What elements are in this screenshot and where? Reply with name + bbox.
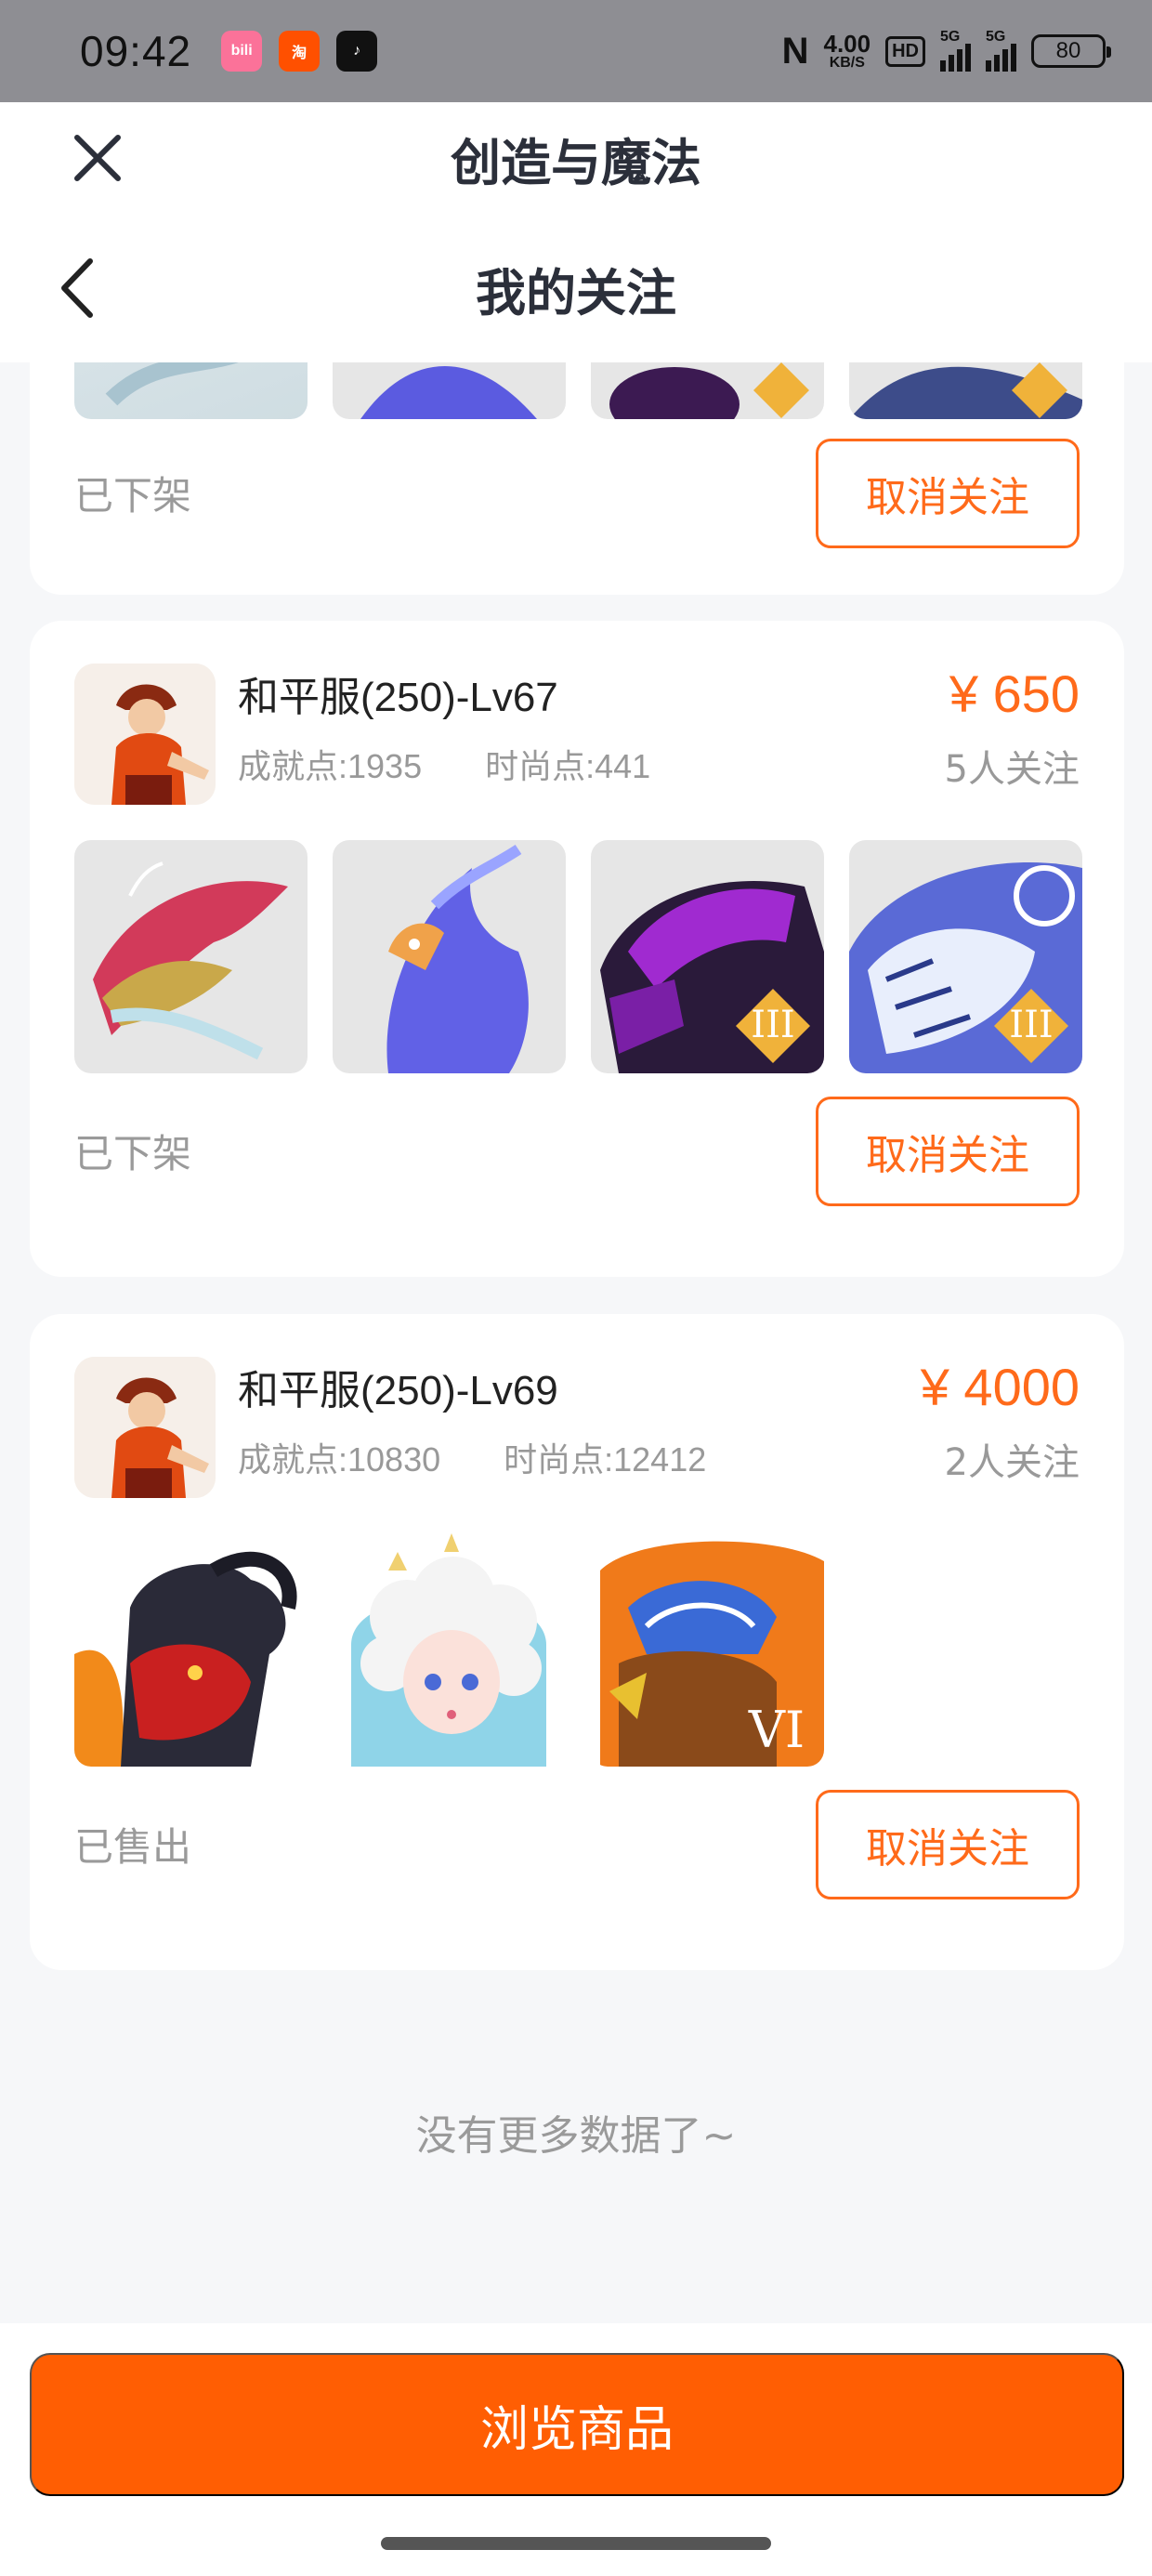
status-bar: 09:42 bili 淘 ♪ N 4.00 KB/S HD 5G 5G 80 [0,0,1152,102]
achievement-points: 成就点:1935 [238,747,423,785]
tier-badge: III [1009,1004,1053,1046]
unfollow-button[interactable]: 取消关注 [816,1790,1080,1899]
listing-header: 和平服(250)-Lv67 成就点:1935 时尚点:441 ¥ 650 5人关… [74,664,1080,805]
thumb-row [74,362,1082,419]
tier-badge: VI [748,1701,805,1759]
tier-badge: III [751,1004,794,1046]
bilibili-icon: bili [221,31,263,72]
app-header: 创造与魔法 [0,102,1152,214]
listing-status: 已下架 [74,1131,192,1176]
fashion-points: 时尚点:441 [485,747,651,785]
chevron-left-icon[interactable] [46,256,111,321]
dragon-image[interactable] [74,362,308,419]
close-icon[interactable] [65,125,130,191]
listing-status: 已售出 [74,1824,192,1870]
battery-icon: 80 [1031,34,1111,68]
achievement-points: 成就点:10830 [238,1440,441,1479]
thumb-row: III III [74,840,1082,1073]
listing-card[interactable]: 和平服(250)-Lv69 成就点:10830 时尚点:12412 ¥ 4000… [30,1314,1124,1970]
dark-beast-image[interactable] [591,362,824,419]
follow-list[interactable]: 已下架 取消关注 和平服(250)-Lv67 成就点:1935 时尚点:441 [0,362,1152,2323]
listing-status: 已下架 [74,473,192,519]
unfollow-button[interactable]: 取消关注 [816,1097,1080,1206]
avatar [74,1357,216,1498]
dragon-image[interactable] [74,840,308,1073]
unfollow-button[interactable]: 取消关注 [816,439,1080,548]
no-more-data: 没有更多数据了~ [415,2112,737,2160]
app-title: 创造与魔法 [451,133,701,192]
listing-card[interactable]: 和平服(250)-Lv67 成就点:1935 时尚点:441 ¥ 650 5人关… [30,621,1124,1277]
home-indicator[interactable] [381,2537,771,2550]
listing-header: 和平服(250)-Lv69 成就点:10830 时尚点:12412 ¥ 4000… [74,1357,1080,1498]
phoenix-image[interactable] [333,362,566,419]
tiktok-icon: ♪ [336,31,378,72]
browse-products-button[interactable]: 浏览商品 [30,2353,1124,2496]
page-title: 我的关注 [476,263,676,322]
listing-name: 和平服(250)-Lv67 [238,675,558,720]
ice-tiger-image[interactable]: III [849,840,1082,1073]
network-speed: 4.00 KB/S [823,30,871,71]
signal-icon-2: 5G [986,29,1016,72]
follower-count: 2人关注 [944,1441,1080,1484]
taobao-icon: 淘 [279,31,321,72]
phoenix-image[interactable] [333,840,566,1073]
bottom-bar: 浏览商品 [0,2323,1152,2576]
hd-icon: HD [885,35,925,67]
listing-card[interactable]: 已下架 取消关注 [30,362,1124,595]
fashion-points: 时尚点:12412 [504,1440,707,1479]
notification-apps: bili 淘 ♪ [221,31,378,72]
ice-tiger-image[interactable] [849,362,1082,419]
listing-name: 和平服(250)-Lv69 [238,1368,558,1413]
fire-wolf-image[interactable]: VI [591,1533,824,1767]
signal-icon: 5G [940,29,971,72]
listing-price: ¥ 650 [949,664,1080,723]
cloud-doll-image[interactable] [333,1533,566,1767]
thumb-row: VI [74,1533,824,1767]
page-header: 我的关注 [0,214,1152,362]
status-time: 09:42 [80,27,192,75]
listing-price: ¥ 4000 [920,1358,1080,1416]
nfc-icon: N [781,30,809,72]
avatar [74,664,216,805]
dark-beast-image[interactable]: III [591,840,824,1073]
follower-count: 5人关注 [944,748,1080,791]
ram-beast-image[interactable] [74,1533,308,1767]
